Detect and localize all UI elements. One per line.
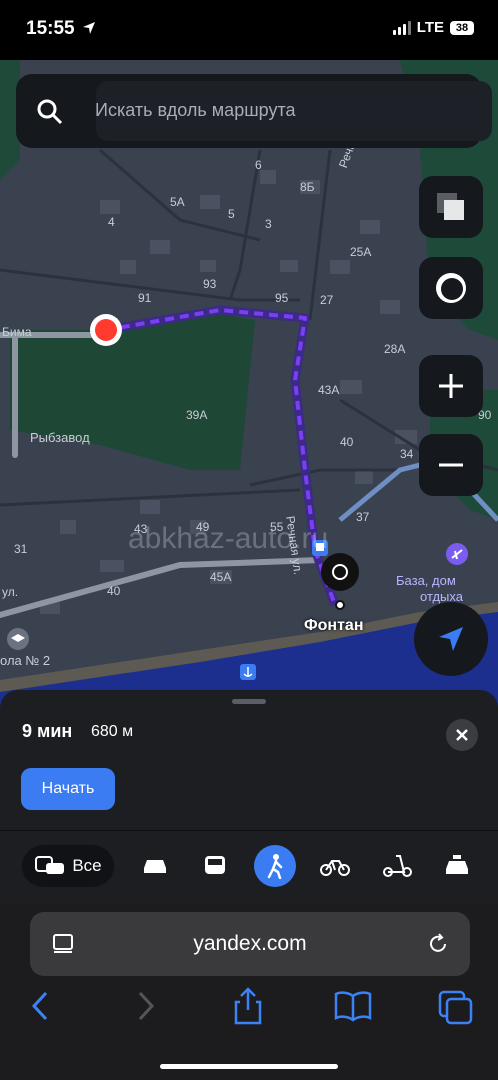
map-label: 40 — [107, 584, 121, 598]
map-label: ола № 2 — [0, 653, 51, 668]
sheet-grabber[interactable] — [232, 699, 266, 704]
minus-icon — [439, 463, 463, 467]
map-label: 4 — [108, 215, 115, 229]
layers-button[interactable] — [419, 176, 483, 238]
forward-icon[interactable] — [134, 990, 158, 1022]
close-button[interactable] — [446, 719, 478, 751]
mode-taxi-button[interactable] — [442, 845, 472, 887]
resort-icon[interactable] — [446, 543, 468, 565]
map-label: 40 — [340, 435, 354, 449]
address-bar[interactable]: yandex.com — [30, 912, 470, 976]
map-label: 37 — [356, 510, 370, 524]
map-label: 8Б — [300, 180, 315, 194]
map-label: 39А — [186, 408, 208, 422]
taxi-icon — [446, 855, 468, 874]
search-icon[interactable] — [36, 98, 64, 126]
alice-button[interactable] — [419, 257, 483, 319]
mode-all-label: Все — [72, 856, 102, 875]
scooter-icon — [383, 855, 412, 877]
map-label: 28А — [384, 342, 406, 356]
my-location-button[interactable] — [414, 602, 488, 676]
route-sheet: 9 мин 680 м Начать Все — [0, 690, 498, 904]
network-label: LTE — [416, 19, 444, 36]
map-label: 6 — [255, 158, 262, 172]
bike-icon — [320, 860, 350, 876]
school-icon[interactable] — [7, 628, 29, 650]
mode-bike-button[interactable] — [318, 845, 352, 887]
browser-toolbar: yandex.com — [0, 904, 498, 1080]
destination-pin-icon[interactable] — [318, 552, 362, 612]
mode-walk-button[interactable] — [254, 845, 296, 887]
map-label: 43А — [318, 383, 340, 397]
mode-all-button[interactable]: Все — [22, 845, 114, 887]
map-label: 34 — [400, 447, 414, 461]
destination-label: Фонтан — [304, 617, 364, 634]
reload-icon[interactable] — [426, 932, 450, 956]
poi-label: База, дом — [396, 573, 456, 588]
watermark: abkhaz-auto.ru — [128, 522, 329, 555]
url-text: yandex.com — [193, 932, 307, 955]
map-label: 3 — [265, 217, 272, 231]
bus-icon — [205, 856, 225, 874]
start-button[interactable]: Начать — [21, 768, 115, 810]
signal-icon — [392, 20, 411, 35]
map-label: 27 — [320, 293, 334, 307]
mode-car-button[interactable] — [140, 845, 170, 887]
layers-icon — [437, 193, 464, 220]
alice-icon — [436, 273, 466, 303]
status-time: 15:55 — [26, 18, 75, 39]
car-icon — [144, 860, 166, 873]
transport-modes: Все — [0, 840, 498, 892]
route-distance: 680 м — [91, 723, 134, 740]
back-icon[interactable] — [28, 990, 52, 1022]
map-label: 45А — [210, 570, 232, 584]
map-label: Рыбзавод — [30, 430, 90, 445]
walk-icon — [267, 854, 283, 879]
close-icon — [456, 729, 468, 741]
zoom-in-button[interactable] — [419, 355, 483, 417]
map-label: 95 — [275, 291, 289, 305]
map-label: 5 — [228, 207, 235, 221]
mode-bus-button[interactable] — [200, 845, 230, 887]
zoom-out-button[interactable] — [419, 434, 483, 496]
tabs-icon[interactable] — [438, 990, 474, 1026]
plus-icon — [439, 374, 463, 398]
home-indicator[interactable] — [160, 1064, 338, 1069]
bookmarks-icon[interactable] — [334, 990, 372, 1022]
location-arrow-icon — [83, 22, 95, 34]
divider — [0, 830, 498, 831]
map-label: 91 — [138, 291, 152, 305]
pier-icon[interactable] — [240, 664, 256, 680]
map-label: 93 — [203, 277, 217, 291]
navigation-arrow-icon — [439, 627, 463, 651]
route-duration: 9 мин — [22, 721, 73, 741]
share-icon[interactable] — [232, 986, 264, 1026]
street-label: Бима — [2, 325, 32, 339]
map-label: 25А — [350, 245, 372, 259]
bus-car-icon — [35, 856, 65, 874]
map-label: 31 — [14, 542, 28, 556]
map-label: 5А — [170, 195, 185, 209]
search-placeholder: Искать вдоль маршрута — [95, 100, 296, 120]
battery-icon: 38 — [450, 20, 474, 35]
mode-scooter-button[interactable] — [380, 845, 414, 887]
status-bar: 15:55 LTE 38 — [0, 0, 498, 60]
street-label: ул. — [2, 585, 19, 599]
